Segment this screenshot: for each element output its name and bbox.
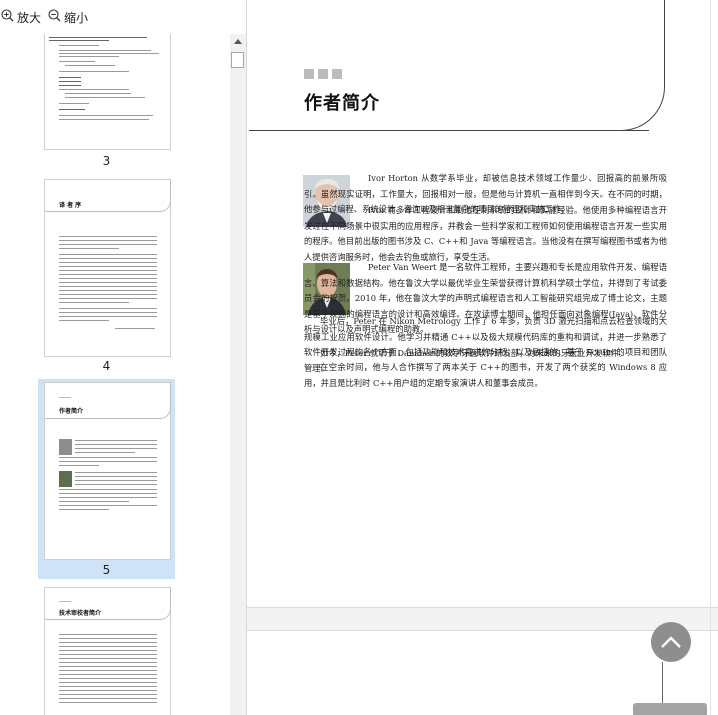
thumbnail-page-title: 译 者 序 — [59, 202, 82, 209]
thumbnail-page-title: 作者简介 — [59, 408, 84, 415]
document-view: 作者简介 Ivor Horton 从数学系毕业，却被信息技术领域工作量少、回报高… — [247, 0, 718, 715]
thumbnail-page-3[interactable] — [44, 34, 171, 150]
zoom-in-button[interactable]: 放大 — [1, 8, 41, 26]
page-separator — [247, 607, 718, 631]
thumbnail-page-6[interactable]: 技术审校者简介 — [44, 587, 171, 715]
thumbnail-toolbar: 放大 缩小 — [0, 0, 230, 34]
thumbnail-page-title: 技术审校者简介 — [59, 610, 102, 617]
bottom-toolbar-tab[interactable] — [633, 703, 707, 715]
thumbnail-scrollbar[interactable] — [230, 34, 246, 715]
document-page: 作者简介 Ivor Horton 从数学系毕业，却被信息技术领域工作量少、回报高… — [249, 0, 718, 607]
thumbnail-author-photo-1 — [59, 439, 72, 455]
zoom-out-icon — [48, 9, 64, 25]
thumbnail-page-5[interactable]: 作者简介 — [44, 382, 171, 560]
page-edge — [710, 0, 711, 715]
scroll-up-arrow-icon[interactable] — [230, 34, 246, 48]
header-square-icon — [332, 69, 342, 79]
bio-paragraph: 在空余时间，他与人合作撰写了两本关于 C++的图书，开发了两个获奖的 Windo… — [304, 362, 667, 388]
thumbnail-page-number: 5 — [102, 563, 111, 577]
bio-paragraph: Ivor 有多年工程设计和制造控制系统的设计和实施经验。他使用多种编程语言开发过… — [304, 205, 667, 262]
thumbnail-panel: 放大 缩小 3 译 者 序 4 作者简介 5 技术审校者简介 — [0, 0, 247, 715]
chevron-up-icon — [661, 633, 681, 652]
scrollbar-thumb[interactable] — [231, 52, 244, 68]
header-square-icon — [318, 69, 328, 79]
thumbnail-page-number: 3 — [102, 154, 111, 168]
thumbnail-page-4[interactable]: 译 者 序 — [44, 179, 171, 357]
header-curve — [609, 0, 665, 131]
scroll-to-top-button[interactable] — [651, 622, 691, 662]
zoom-in-label: 放大 — [17, 10, 42, 25]
zoom-out-button[interactable]: 缩小 — [48, 8, 88, 26]
zoom-out-label: 缩小 — [64, 10, 89, 25]
page-title: 作者简介 — [304, 93, 380, 114]
zoom-in-icon — [1, 9, 17, 25]
thumbnail-list: 3 译 者 序 4 作者简介 5 技术审校者简介 — [0, 34, 230, 715]
header-square-icon — [304, 69, 314, 79]
thumbnail-page-number: 4 — [102, 359, 111, 373]
header-rule — [249, 130, 649, 131]
thumbnail-author-photo-2 — [59, 471, 72, 487]
